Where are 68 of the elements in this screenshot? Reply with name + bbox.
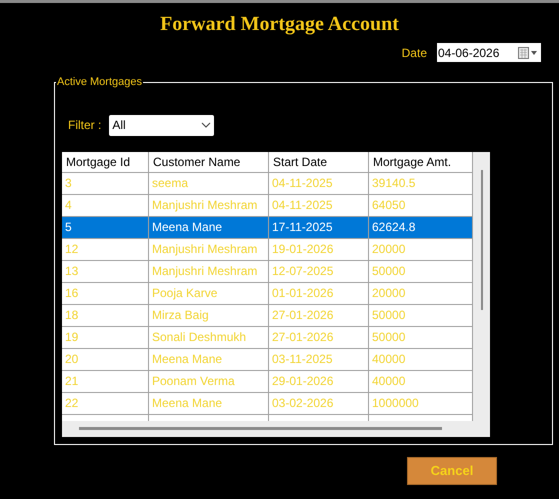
table-cell: 21: [62, 370, 149, 392]
date-label: Date: [402, 44, 427, 62]
table-cell: 4: [62, 194, 149, 216]
cancel-button[interactable]: Cancel: [407, 457, 497, 485]
table-row[interactable]: 13 Manjushri Meshram 12-07-2025 50000: [62, 260, 473, 282]
table-row[interactable]: 22 Meena Mane 03-02-2026 1000000: [62, 392, 473, 414]
table-cell: 16: [62, 282, 149, 304]
table-cell: 19-01-2026: [269, 238, 369, 260]
table-cell: 03-02-2026: [269, 392, 369, 414]
table-cell: 29-01-2026: [269, 370, 369, 392]
group-title: Active Mortgages: [56, 75, 143, 90]
table-cell: 19: [62, 326, 149, 348]
table-cell: 40000: [369, 370, 473, 392]
table-cell: 12: [62, 238, 149, 260]
filter-label: Filter :: [68, 117, 102, 134]
table-cell: 13: [62, 260, 149, 282]
table-cell: 04-11-2025: [269, 172, 369, 194]
table-cell: 03-11-2025: [269, 348, 369, 370]
table-row[interactable]: 16 Pooja Karve 01-01-2026 20000: [62, 282, 473, 304]
table-cell: 27-01-2026: [269, 326, 369, 348]
table-cell: 40000: [369, 348, 473, 370]
column-header[interactable]: Mortgage Id: [62, 152, 149, 172]
table-cell: 50000: [369, 304, 473, 326]
table-cell: seema: [149, 172, 269, 194]
table-cell: 27-01-2026: [269, 304, 369, 326]
table-cell: 12-07-2025: [269, 260, 369, 282]
table-cell: Poonam Verma: [149, 370, 269, 392]
table-cell: 5: [62, 216, 149, 238]
table-cell: 20000: [369, 282, 473, 304]
filter-dropdown[interactable]: All: [109, 114, 214, 136]
table-row[interactable]: 12 Manjushri Meshram 19-01-2026 20000: [62, 238, 473, 260]
table-cell: 20: [62, 348, 149, 370]
table-cell: 17-11-2025: [269, 216, 369, 238]
table-cell: 22: [62, 392, 149, 414]
table-row[interactable]: 19 Sonali Deshmukh 27-01-2026 50000: [62, 326, 473, 348]
table-cell: 3: [62, 172, 149, 194]
column-header[interactable]: Customer Name: [149, 152, 269, 172]
calendar-icon: [518, 46, 538, 58]
table-cell: Meena Mane: [149, 216, 269, 238]
table-cell: Sonali Deshmukh: [149, 326, 269, 348]
table-row[interactable]: 3 seema 04-11-2025 39140.5: [62, 172, 473, 194]
table-cell: 04-11-2025: [269, 194, 369, 216]
table-cell: Mirza Baig: [149, 304, 269, 326]
table-row[interactable]: 5 Meena Mane 17-11-2025 62624.8: [62, 216, 473, 238]
chevron-down-icon: [201, 122, 212, 128]
table-cell: 64050: [369, 194, 473, 216]
table-cell: 20000: [369, 238, 473, 260]
table-cell: Manjushri Meshram: [149, 194, 269, 216]
table-cell: 39140.5: [369, 172, 473, 194]
table-row[interactable]: 4 Manjushri Meshram 04-11-2025 64050: [62, 194, 473, 216]
table-row[interactable]: 21 Poonam Verma 29-01-2026 40000: [62, 370, 473, 392]
table-cell: Meena Mane: [149, 348, 269, 370]
table-cell: 50000: [369, 326, 473, 348]
table-cell: 1000000: [369, 392, 473, 414]
column-header[interactable]: Mortgage Amt.: [369, 152, 473, 172]
table-cell: 18: [62, 304, 149, 326]
table-row[interactable]: 18 Mirza Baig 27-01-2026 50000: [62, 304, 473, 326]
table-cell: 01-01-2026: [269, 282, 369, 304]
date-picker[interactable]: 04-06-2026: [437, 43, 541, 62]
table-cell: Meena Mane: [149, 392, 269, 414]
column-header[interactable]: Start Date: [269, 152, 369, 172]
table-row[interactable]: 20 Meena Mane 03-11-2025 40000: [62, 348, 473, 370]
table-cell: 50000: [369, 260, 473, 282]
table-cell: 62624.8: [369, 216, 473, 238]
table-cell: Pooja Karve: [149, 282, 269, 304]
window-title: Forward Mortgage Account: [160, 12, 399, 37]
table-cell: Manjushri Meshram: [149, 238, 269, 260]
table-cell: Manjushri Meshram: [149, 260, 269, 282]
